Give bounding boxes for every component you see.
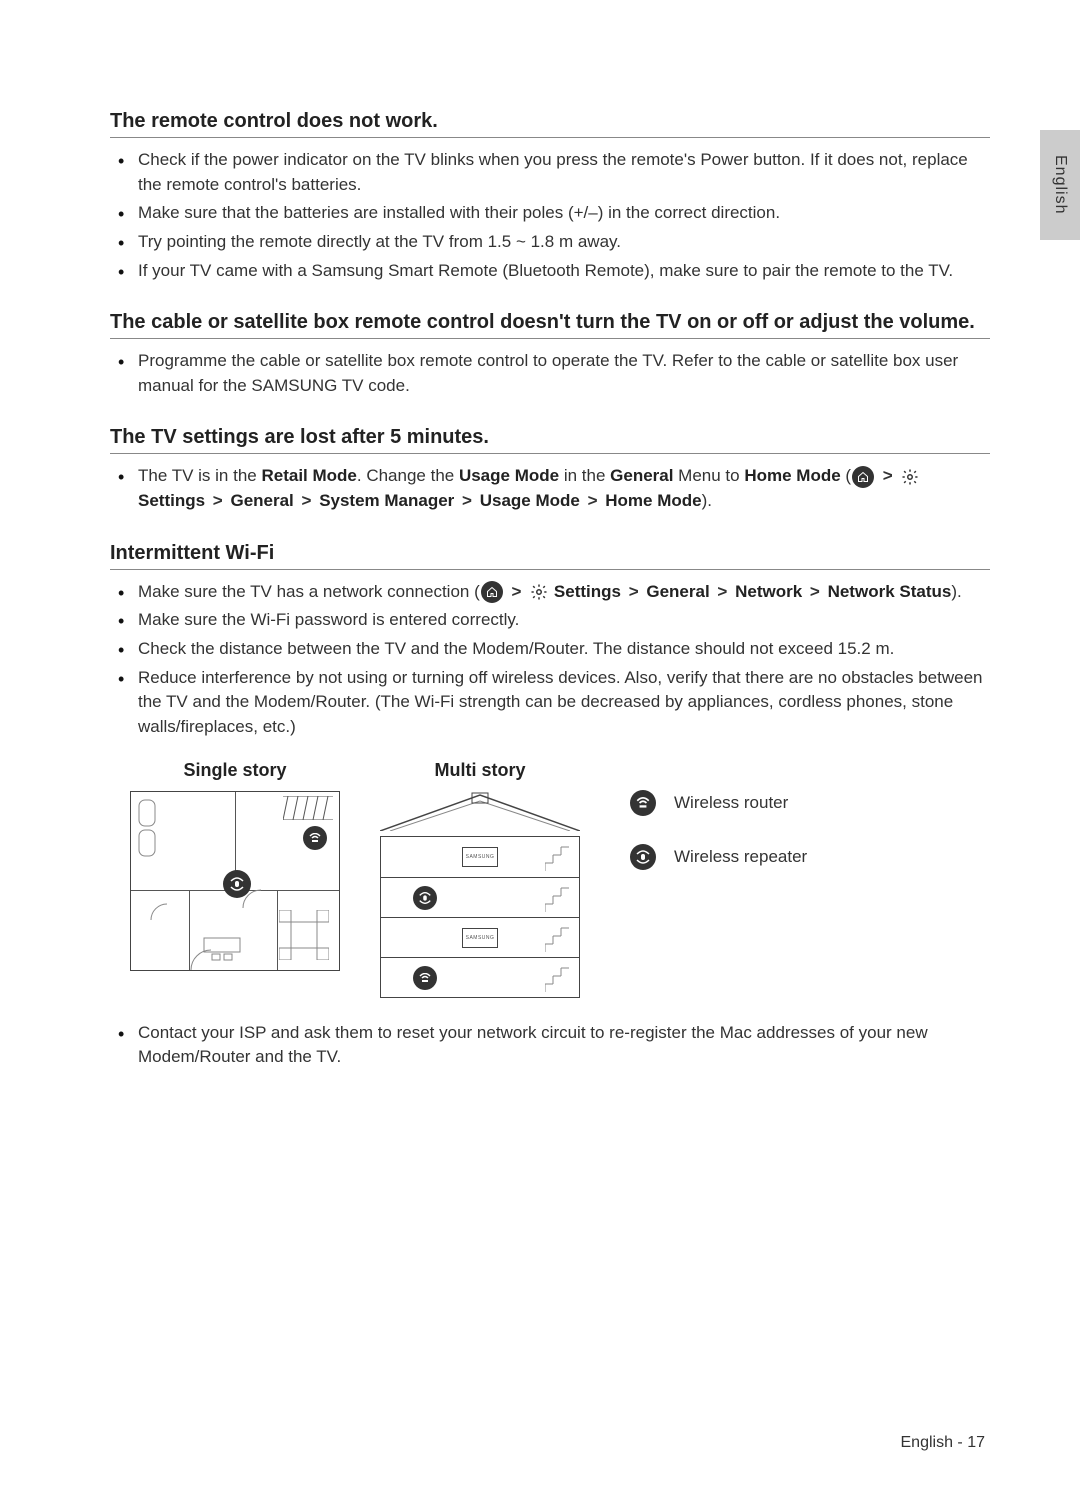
bold-text: System Manager [319,491,454,510]
section-title-settings-lost: The TV settings are lost after 5 minutes… [110,426,990,454]
wifi-diagrams: Single story [130,760,990,991]
stairs-icon [545,964,573,992]
list-item: Check the distance between the TV and th… [132,637,990,662]
settings-lost-list: The TV is in the Retail Mode. Change the… [110,464,990,513]
list-item: Make sure that the batteries are install… [132,201,990,226]
list-item: Check if the power indicator on the TV b… [132,148,990,197]
diagram-legend: Wireless router Wireless repeater [630,790,807,898]
bold-text: Network [735,582,802,601]
separator: > [714,582,730,601]
bold-text: Home Mode [605,491,701,510]
separator: > [459,491,475,510]
repeater-icon [630,844,656,870]
legend-label: Wireless repeater [674,847,807,867]
bold-text: Settings [554,582,621,601]
bold-text: General [610,466,673,485]
diagram-single-story: Single story [130,760,340,971]
house-body: SAMSUNG SAMSUNG [380,836,580,998]
legend-row-repeater: Wireless repeater [630,844,807,870]
section-title-cable: The cable or satellite box remote contro… [110,311,990,339]
list-item: Make sure the Wi-Fi password is entered … [132,608,990,633]
wifi-list: Make sure the TV has a network connectio… [110,580,990,740]
floorplan-multi: SAMSUNG SAMSUNG [380,791,580,991]
separator: > [807,582,823,601]
list-item: Make sure the TV has a network connectio… [132,580,990,605]
diagram-multi-story: Multi story SAMSUNG [380,760,580,991]
wifi-list-tail: Contact your ISP and ask them to reset y… [110,1021,990,1070]
settings-icon [530,583,548,601]
bold-text: General [230,491,293,510]
list-item: Try pointing the remote directly at the … [132,230,990,255]
diagram-title: Single story [130,760,340,781]
router-icon [630,790,656,816]
list-item: Reduce interference by not using or turn… [132,666,990,740]
tv-label: SAMSUNG [466,935,495,941]
text: The TV is in the [138,466,261,485]
door-arcs [131,790,341,970]
stairs-icon [545,843,573,871]
section-title-wifi: Intermittent Wi-Fi [110,542,990,570]
bold-text: Network Status [828,582,952,601]
bold-text: Settings [138,491,205,510]
footer-lang: English [901,1434,953,1451]
legend-label: Wireless router [674,793,788,813]
roof-icon [380,791,580,831]
list-item: Programme the cable or satellite box rem… [132,349,990,398]
remote-list: Check if the power indicator on the TV b… [110,148,990,283]
bold-text: Usage Mode [459,466,559,485]
separator: > [626,582,642,601]
tv-label: SAMSUNG [466,854,495,860]
bold-text: Home Mode [744,466,840,485]
router-icon [413,966,437,990]
text: . Change the [357,466,459,485]
text: in the [559,466,610,485]
diagram-title: Multi story [380,760,580,781]
text: Menu to [673,466,744,485]
stairs-icon [545,924,573,952]
list-item: If your TV came with a Samsung Smart Rem… [132,259,990,284]
list-item: Contact your ISP and ask them to reset y… [132,1021,990,1070]
legend-row-router: Wireless router [630,790,807,816]
separator: > [880,466,896,485]
home-icon [481,581,503,603]
page-content: The remote control does not work. Check … [0,0,1080,1134]
separator: > [299,491,315,510]
settings-icon [901,468,919,486]
bold-text: Usage Mode [480,491,580,510]
bold-text: Retail Mode [261,466,356,485]
floorplan-single [130,791,340,971]
separator: > [585,491,601,510]
footer-sep: - [953,1434,967,1451]
repeater-icon [413,886,437,910]
section-title-remote: The remote control does not work. [110,110,990,138]
text: Make sure the TV has a network connectio… [138,582,480,601]
home-icon [852,466,874,488]
stairs-icon [545,884,573,912]
footer-page: 17 [967,1434,985,1451]
separator: > [210,491,226,510]
page-footer: English - 17 [901,1434,986,1452]
bold-text: General [646,582,709,601]
tv-icon: SAMSUNG [462,928,498,948]
cable-list: Programme the cable or satellite box rem… [110,349,990,398]
tv-icon: SAMSUNG [462,847,498,867]
separator: > [509,582,525,601]
list-item: The TV is in the Retail Mode. Change the… [132,464,990,513]
